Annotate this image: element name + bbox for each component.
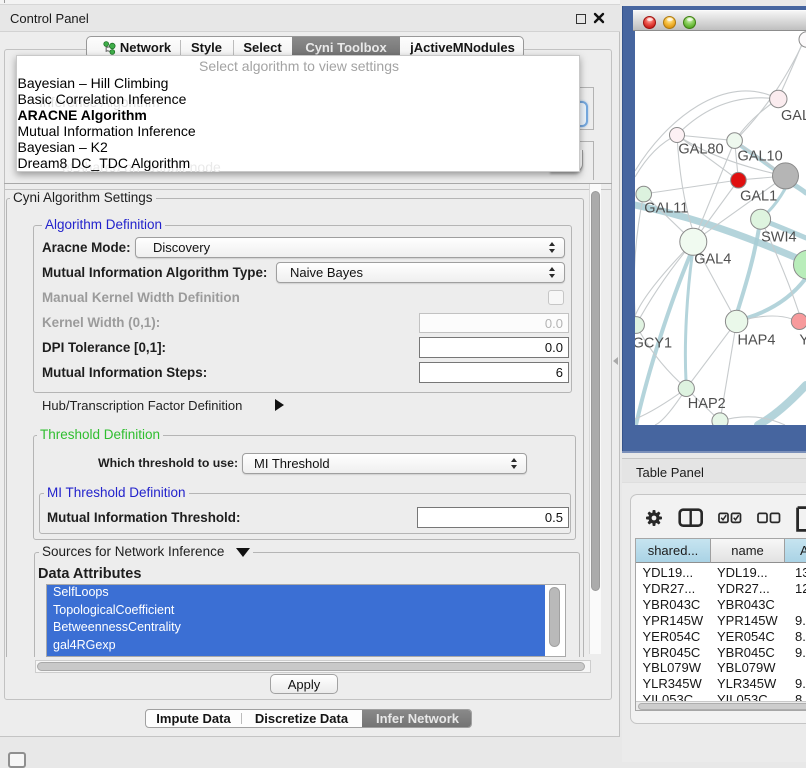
- svg-text:HAP2: HAP2: [688, 396, 726, 412]
- svg-text:SWI4: SWI4: [761, 230, 796, 246]
- svg-text:GCY1: GCY1: [635, 336, 672, 352]
- svg-text:GAL1: GAL1: [740, 189, 777, 205]
- svg-text:HAP4: HAP4: [738, 333, 776, 349]
- svg-text:GAL: GAL: [781, 108, 806, 124]
- svg-text:GAL4: GAL4: [694, 252, 731, 268]
- svg-text:GAL11: GAL11: [644, 201, 688, 217]
- svg-text:GAL80: GAL80: [678, 142, 723, 158]
- svg-text:Y: Y: [799, 333, 806, 349]
- svg-text:GAL10: GAL10: [738, 149, 783, 165]
